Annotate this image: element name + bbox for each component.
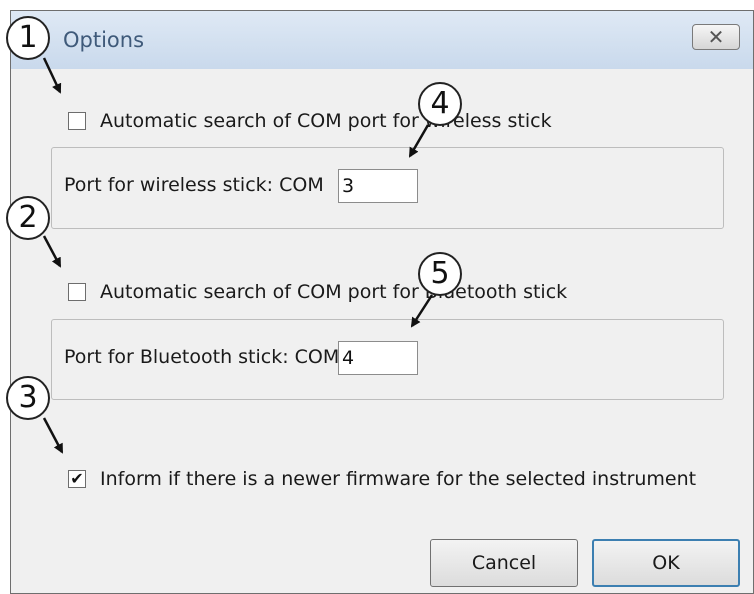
callout-3: 3 <box>6 376 50 420</box>
callout-3-arrow <box>42 417 64 454</box>
callout-4: 4 <box>418 82 462 126</box>
callout-1: 1 <box>6 16 50 60</box>
callout-5: 5 <box>418 252 462 296</box>
callout-arrows <box>42 57 434 454</box>
callout-2-arrow <box>42 235 62 268</box>
callout-5-arrow <box>410 294 434 328</box>
callout-4-arrow <box>408 124 430 158</box>
callout-2: 2 <box>6 196 50 240</box>
callout-1-arrow <box>42 57 62 94</box>
